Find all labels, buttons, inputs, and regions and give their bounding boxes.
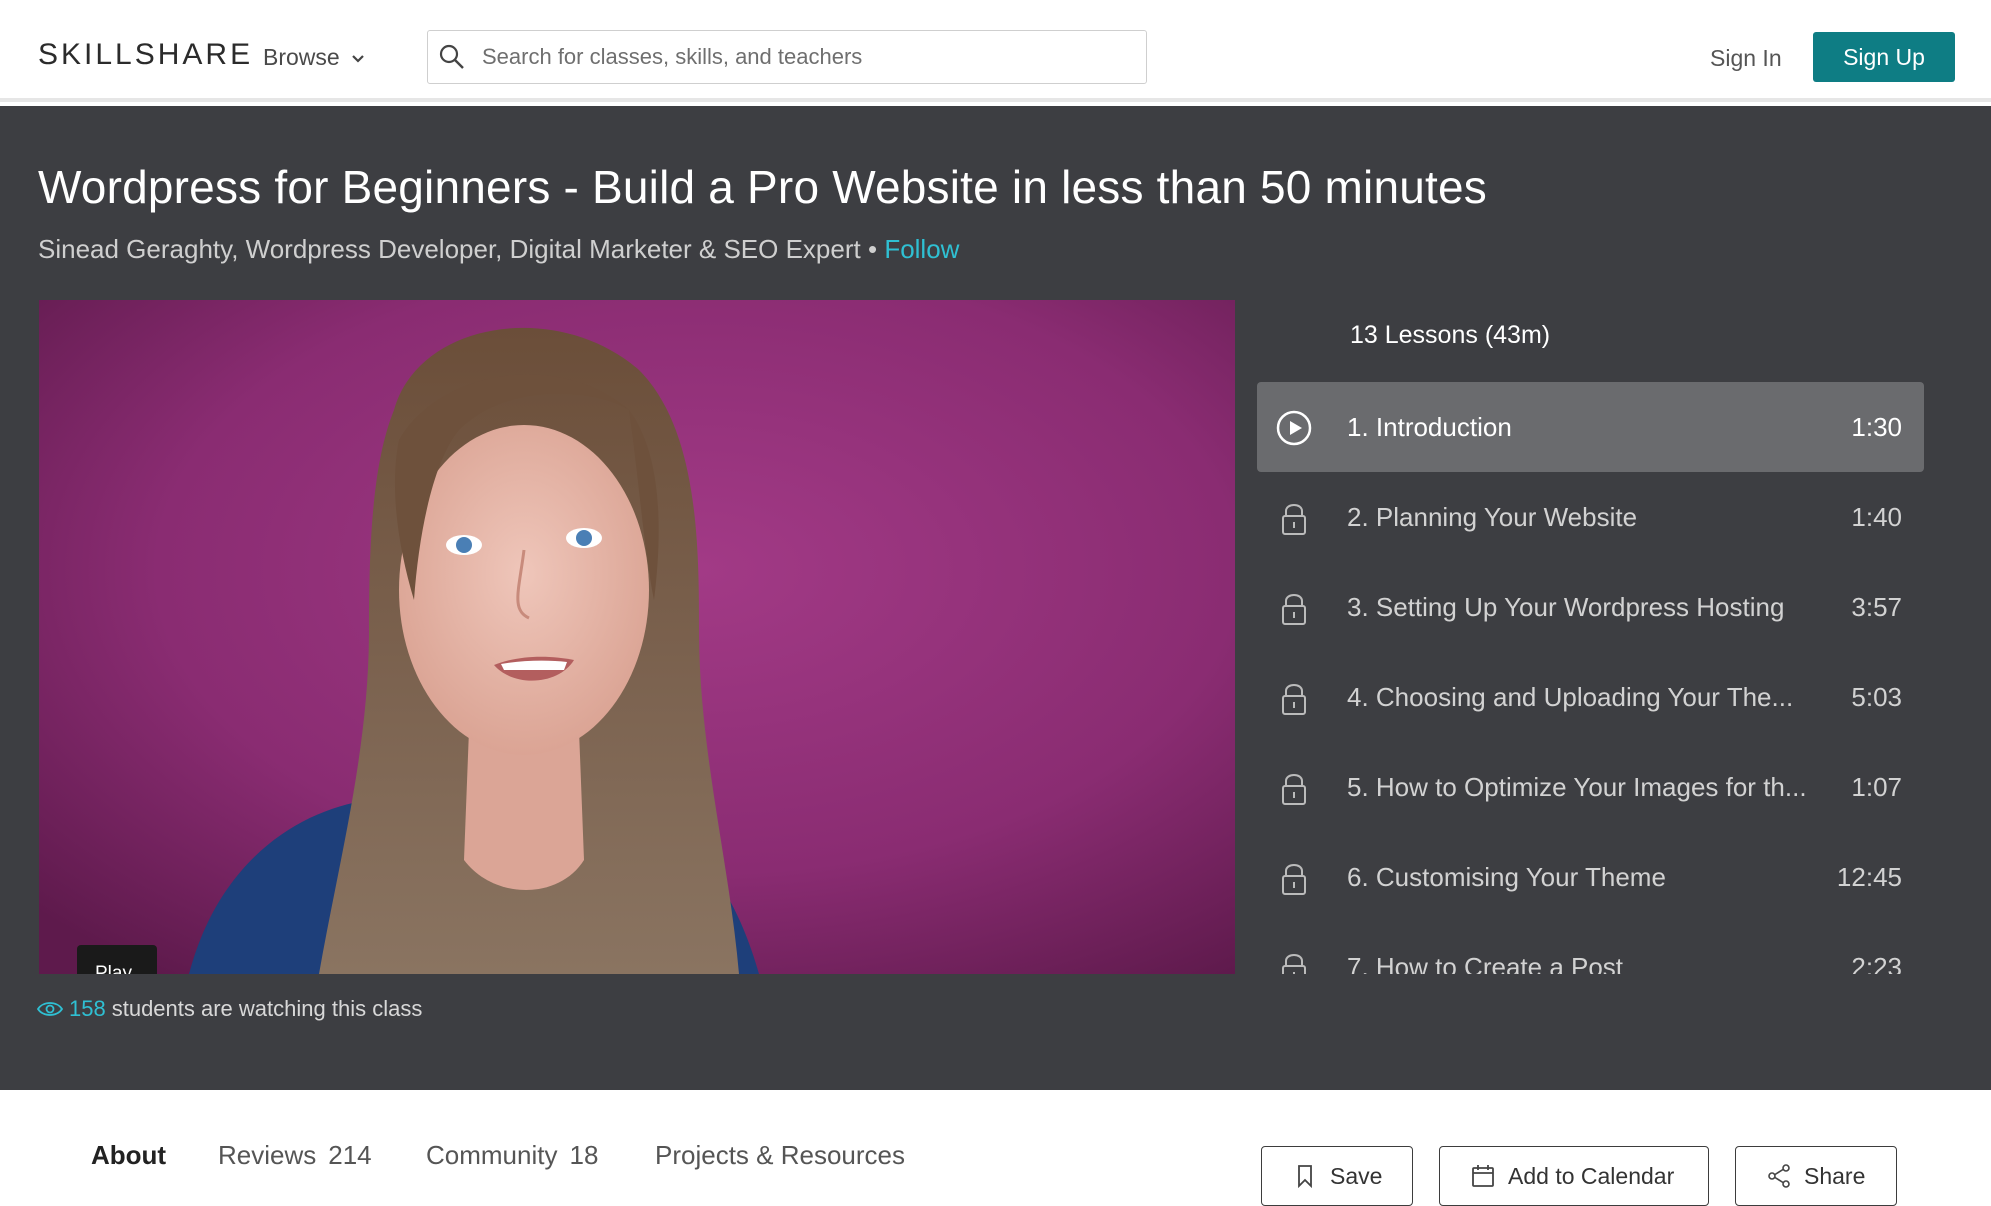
share-icon (1768, 1164, 1790, 1188)
sign-in-link[interactable]: Sign In (1710, 45, 1782, 72)
lock-icon (1282, 774, 1306, 805)
lesson-item-4[interactable]: 4. Choosing and Uploading Your The... 5:… (1257, 652, 1924, 742)
lesson-duration: 3:57 (1851, 591, 1902, 622)
lesson-item-6[interactable]: 6. Customising Your Theme 12:45 (1257, 832, 1924, 922)
tab-community[interactable]: Community 18 (426, 1140, 598, 1171)
lesson-duration: 1:40 (1851, 501, 1902, 532)
top-navigation-bar: SKILLSHARE Browse Sign In Sign Up (0, 0, 1991, 102)
watching-text: students are watching this class (111, 996, 423, 1021)
lesson-title: 1. Introduction (1347, 411, 1512, 442)
teacher-name[interactable]: Sinead Geraghty, Wordpress Developer, Di… (38, 234, 861, 264)
community-count: 18 (569, 1140, 599, 1170)
play-button[interactable]: Play (77, 945, 157, 974)
tab-reviews-label: Reviews (218, 1140, 317, 1170)
separator-dot: • (867, 234, 878, 264)
search-input[interactable] (482, 44, 1122, 70)
calendar-icon (1472, 1165, 1494, 1187)
lock-icon (1282, 954, 1306, 974)
lesson-title: 4. Choosing and Uploading Your The... (1347, 681, 1794, 712)
play-circle-icon (1276, 410, 1312, 446)
lesson-item-3[interactable]: 3. Setting Up Your Wordpress Hosting 3:5… (1257, 562, 1924, 652)
tab-reviews[interactable]: Reviews 214 (218, 1140, 372, 1171)
bookmark-icon (1298, 1165, 1312, 1189)
lock-icon (1282, 504, 1306, 535)
search-icon (439, 44, 464, 69)
calendar-label: Add to Calendar (1508, 1162, 1675, 1189)
chevron-down-icon (351, 54, 364, 63)
lesson-item-2[interactable]: 2. Planning Your Website 1:40 (1257, 472, 1924, 562)
reviews-count: 214 (328, 1140, 372, 1170)
lesson-duration: 1:07 (1851, 771, 1902, 802)
share-button[interactable]: Share (1735, 1146, 1897, 1206)
class-tabs-bar: About Reviews 214 Community 18 Projects & … (0, 1090, 1991, 1206)
save-button[interactable]: Save (1261, 1146, 1413, 1206)
lesson-duration: 2:23 (1851, 951, 1902, 975)
lock-icon (1282, 594, 1306, 625)
watching-count: 158 (69, 996, 106, 1021)
tab-projects-resources[interactable]: Projects & Resources (655, 1140, 905, 1171)
tab-community-label: Community (426, 1140, 558, 1170)
share-label: Share (1804, 1162, 1866, 1189)
lock-icon (1282, 864, 1306, 895)
watching-indicator: 158 students are watching this class (37, 996, 422, 1022)
class-teacher-line: Sinead Geraghty, Wordpress Developer, Di… (38, 234, 959, 265)
instructor-video-frame (39, 300, 1235, 974)
save-label: Save (1330, 1162, 1383, 1189)
lesson-duration: 1:30 (1851, 411, 1902, 442)
browse-label: Browse (263, 44, 340, 70)
add-to-calendar-button[interactable]: Add to Calendar (1439, 1146, 1709, 1206)
lesson-list[interactable]: 13 Lessons (43m) 1. Introduction 1:30 2.… (1257, 300, 1924, 974)
lesson-title: 2. Planning Your Website (1347, 501, 1638, 532)
browse-menu-button[interactable]: Browse (263, 44, 366, 71)
lesson-title: 7. How to Create a Post (1347, 951, 1624, 975)
lesson-item-7[interactable]: 7. How to Create a Post 2:23 (1257, 922, 1924, 974)
lesson-title: 5. How to Optimize Your Images for th... (1347, 771, 1807, 802)
follow-link[interactable]: Follow (884, 234, 959, 264)
lessons-header: 13 Lessons (43m) (1350, 321, 1551, 349)
lesson-duration: 5:03 (1851, 681, 1902, 712)
eye-icon (37, 1002, 63, 1016)
sign-up-button[interactable]: Sign Up (1813, 32, 1955, 82)
lesson-duration: 12:45 (1836, 861, 1902, 892)
lesson-title: 3. Setting Up Your Wordpress Hosting (1347, 591, 1785, 622)
lesson-item-1[interactable]: 1. Introduction 1:30 (1257, 382, 1924, 472)
lesson-title: 6. Customising Your Theme (1347, 861, 1666, 892)
search-bar[interactable] (427, 30, 1147, 84)
skillshare-logo[interactable]: SKILLSHARE (38, 38, 253, 72)
video-player[interactable]: Play (39, 300, 1235, 974)
lock-icon (1282, 684, 1306, 715)
class-hero-section: Wordpress for Beginners - Build a Pro We… (0, 106, 1991, 1090)
class-title: Wordpress for Beginners - Build a Pro We… (38, 161, 1488, 213)
lesson-item-5[interactable]: 5. How to Optimize Your Images for th...… (1257, 742, 1924, 832)
tab-about[interactable]: About (91, 1140, 166, 1171)
